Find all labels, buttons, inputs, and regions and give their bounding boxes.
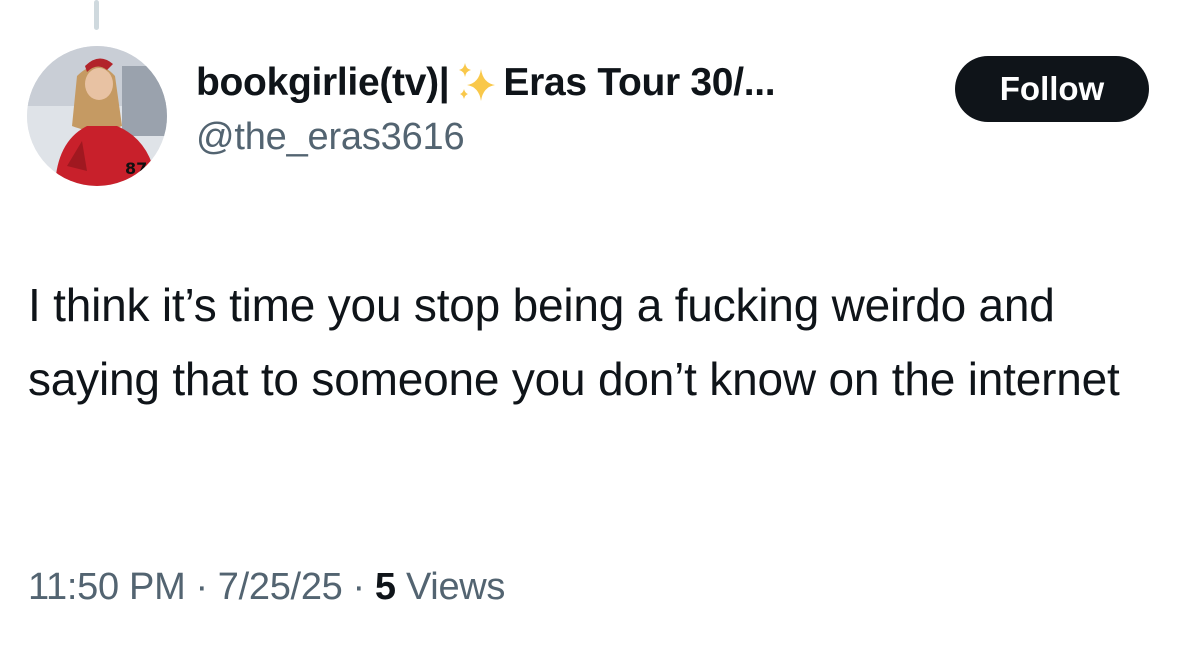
avatar[interactable]: 87 [27, 46, 167, 186]
tweet-date[interactable]: 7/25/25 [218, 566, 343, 608]
display-name-suffix: Eras Tour 30/... [503, 61, 776, 104]
tweet-text: I think it’s time you stop being a fucki… [28, 279, 1120, 405]
sparkles-icon [453, 59, 501, 107]
tweet-header: bookgirlie(tv)| Eras Tour 30/... @the_er… [196, 58, 926, 160]
follow-button[interactable]: Follow [955, 56, 1149, 122]
tweet-time[interactable]: 11:50 PM [28, 566, 186, 608]
views-count: 5 [374, 566, 396, 608]
thread-connector-line [94, 0, 99, 30]
tweet-metadata: 11:50 PM · 7/25/25 · 5 Views [28, 562, 505, 612]
meta-separator: · [195, 566, 208, 608]
user-handle[interactable]: @the_eras3616 [196, 114, 926, 160]
display-name-prefix: bookgirlie(tv)| [196, 61, 450, 104]
svg-text:87: 87 [125, 159, 147, 178]
meta-separator: · [352, 566, 365, 608]
display-name[interactable]: bookgirlie(tv)| Eras Tour 30/... [196, 58, 926, 108]
views-label: Views [405, 566, 506, 608]
avatar-photo: 87 [27, 46, 167, 186]
